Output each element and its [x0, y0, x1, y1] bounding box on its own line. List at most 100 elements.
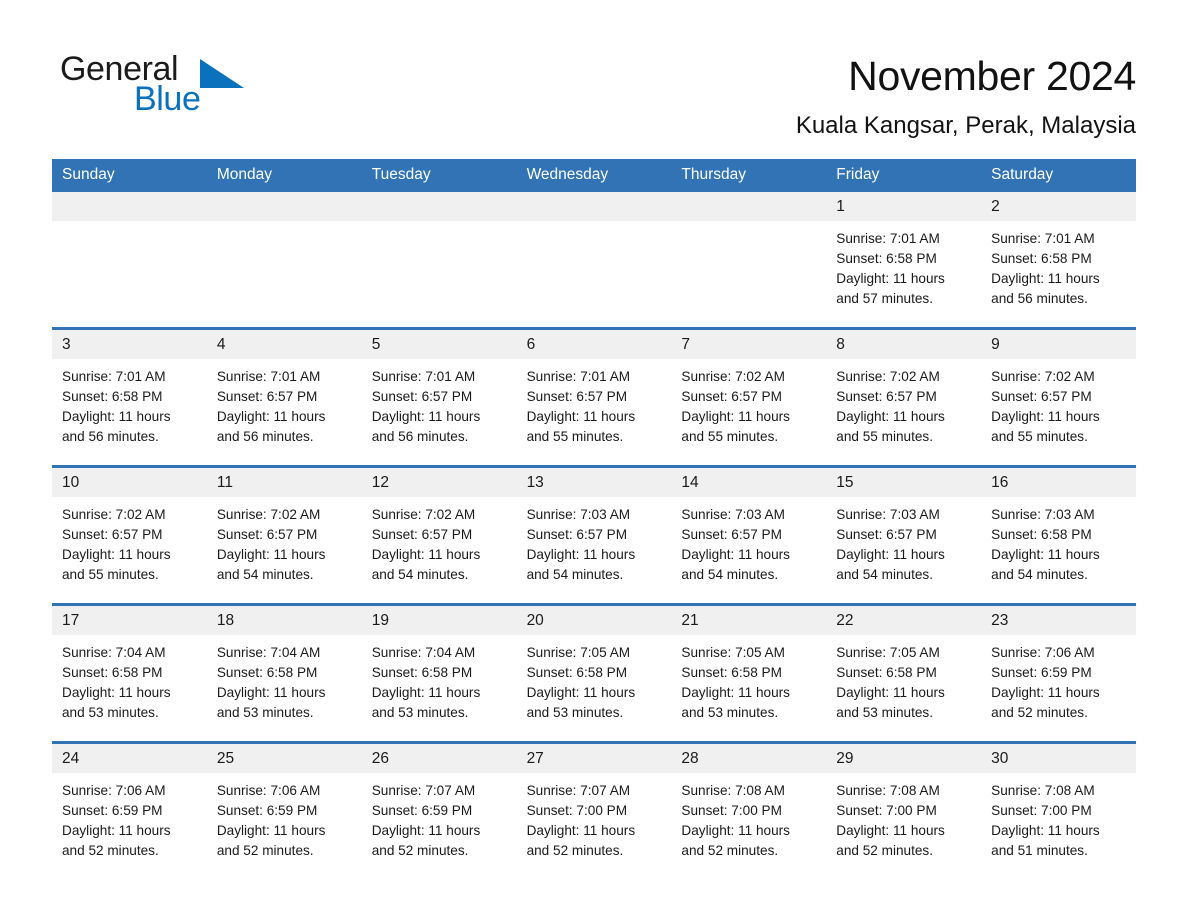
day-cell[interactable]: 29 Sunrise: 7:08 AM Sunset: 7:00 PM Dayl… [826, 744, 982, 880]
daylight-text-cont: and 53 minutes. [371, 705, 469, 721]
day-cell[interactable]: 24 Sunrise: 7:06 AM Sunset: 6:59 PM Dayl… [52, 744, 207, 880]
daylight-text: Daylight: 11 hours [62, 409, 171, 425]
day-number: 10 [52, 468, 207, 498]
sunset-text: Sunset: 6:58 PM [991, 527, 1092, 543]
day-cell[interactable]: 2 Sunrise: 7:01 AM Sunset: 6:58 PM Dayli… [981, 192, 1136, 328]
sunset-text: Sunset: 7:00 PM [836, 803, 937, 819]
daylight-text: Daylight: 11 hours [371, 823, 481, 839]
day-cell[interactable]: 13 Sunrise: 7:03 AM Sunset: 6:57 PM Dayl… [516, 468, 672, 604]
sunset-text: Sunset: 6:58 PM [836, 251, 937, 267]
sunrise-text: Sunrise: 7:03 AM [681, 507, 785, 523]
day-number: 2 [981, 192, 1136, 222]
daylight-text-cont: and 56 minutes. [371, 429, 469, 445]
day-cell[interactable]: 12 Sunrise: 7:02 AM Sunset: 6:57 PM Dayl… [361, 468, 517, 604]
day-cell[interactable]: 14 Sunrise: 7:03 AM Sunset: 6:57 PM Dayl… [671, 468, 827, 604]
day-number [516, 192, 672, 222]
daylight-text: Daylight: 11 hours [371, 685, 481, 701]
day-cell[interactable]: 16 Sunrise: 7:03 AM Sunset: 6:58 PM Dayl… [981, 468, 1136, 604]
daylight-text-cont: and 53 minutes. [836, 705, 934, 721]
sunrise-text: Sunrise: 7:03 AM [526, 507, 631, 523]
day-cell[interactable]: 1 Sunrise: 7:01 AM Sunset: 6:58 PM Dayli… [826, 192, 982, 328]
day-cell[interactable]: 4 Sunrise: 7:01 AM Sunset: 6:57 PM Dayli… [206, 330, 362, 466]
sunrise-text: Sunrise: 7:06 AM [62, 783, 166, 799]
sunset-text: Sunset: 6:58 PM [681, 665, 782, 681]
day-cell[interactable]: 10 Sunrise: 7:02 AM Sunset: 6:57 PM Dayl… [52, 468, 207, 604]
day-cell[interactable]: 21 Sunrise: 7:05 AM Sunset: 6:58 PM Dayl… [671, 606, 827, 742]
day-cell[interactable]: 8 Sunrise: 7:02 AM Sunset: 6:57 PM Dayli… [826, 330, 982, 466]
daylight-text: Daylight: 11 hours [836, 823, 945, 839]
sunrise-text: Sunrise: 7:07 AM [371, 783, 476, 799]
day-number: 24 [52, 744, 207, 774]
sunrise-text: Sunrise: 7:01 AM [216, 369, 321, 385]
daylight-text-cont: and 55 minutes. [526, 429, 624, 445]
daylight-text: Daylight: 11 hours [526, 409, 636, 425]
day-cell[interactable]: 18 Sunrise: 7:04 AM Sunset: 6:58 PM Dayl… [206, 606, 362, 742]
day-cell[interactable]: 27 Sunrise: 7:07 AM Sunset: 7:00 PM Dayl… [516, 744, 672, 880]
sunset-text: Sunset: 7:00 PM [991, 803, 1092, 819]
day-cell[interactable]: 15 Sunrise: 7:03 AM Sunset: 6:57 PM Dayl… [826, 468, 982, 604]
day-cell[interactable]: 7 Sunrise: 7:02 AM Sunset: 6:57 PM Dayli… [671, 330, 827, 466]
day-number: 13 [516, 468, 672, 498]
day-cell[interactable]: 30 Sunrise: 7:08 AM Sunset: 7:00 PM Dayl… [981, 744, 1136, 880]
day-details [517, 221, 672, 229]
day-cell[interactable]: 3 Sunrise: 7:01 AM Sunset: 6:58 PM Dayli… [52, 330, 207, 466]
daylight-text: Daylight: 11 hours [991, 271, 1100, 287]
sunset-text: Sunset: 6:59 PM [991, 665, 1092, 681]
day-details: Sunrise: 7:06 AM Sunset: 6:59 PM Dayligh… [207, 773, 362, 861]
daylight-text: Daylight: 11 hours [216, 685, 326, 701]
daylight-text-cont: and 56 minutes. [991, 291, 1088, 307]
day-details: Sunrise: 7:08 AM Sunset: 7:00 PM Dayligh… [981, 773, 1136, 861]
week-row: 3 Sunrise: 7:01 AM Sunset: 6:58 PM Dayli… [52, 327, 1136, 466]
day-cell[interactable]: 6 Sunrise: 7:01 AM Sunset: 6:57 PM Dayli… [516, 330, 672, 466]
weekday-header-saturday: Saturday [991, 165, 1054, 183]
sunset-text: Sunset: 6:58 PM [62, 665, 163, 681]
day-details [362, 221, 517, 229]
weekday-header-thursday: Thursday [681, 165, 747, 183]
day-number [361, 192, 517, 222]
day-details: Sunrise: 7:07 AM Sunset: 6:59 PM Dayligh… [362, 773, 517, 861]
day-number: 5 [361, 330, 517, 360]
day-number [671, 192, 827, 222]
day-cell[interactable]: 17 Sunrise: 7:04 AM Sunset: 6:58 PM Dayl… [52, 606, 207, 742]
triangle-flag-icon [200, 59, 244, 88]
day-number: 21 [671, 606, 827, 636]
daylight-text: Daylight: 11 hours [836, 409, 945, 425]
day-cell[interactable]: 5 Sunrise: 7:01 AM Sunset: 6:57 PM Dayli… [361, 330, 517, 466]
calendar-grid: Sunday Monday Tuesday Wednesday Thursday… [52, 158, 1136, 880]
day-details: Sunrise: 7:08 AM Sunset: 7:00 PM Dayligh… [826, 773, 981, 861]
day-details: Sunrise: 7:08 AM Sunset: 7:00 PM Dayligh… [671, 773, 826, 861]
daylight-text: Daylight: 11 hours [991, 685, 1100, 701]
day-cell[interactable]: 19 Sunrise: 7:04 AM Sunset: 6:58 PM Dayl… [361, 606, 517, 742]
day-number: 4 [206, 330, 362, 360]
weekday-header-wednesday: Wednesday [526, 165, 609, 183]
sunset-text: Sunset: 6:58 PM [371, 665, 473, 681]
day-details: Sunrise: 7:02 AM Sunset: 6:57 PM Dayligh… [826, 359, 981, 447]
daylight-text: Daylight: 11 hours [526, 823, 636, 839]
day-cell[interactable]: 11 Sunrise: 7:02 AM Sunset: 6:57 PM Dayl… [206, 468, 362, 604]
sunset-text: Sunset: 6:57 PM [371, 389, 473, 405]
day-cell[interactable]: 22 Sunrise: 7:05 AM Sunset: 6:58 PM Dayl… [826, 606, 982, 742]
day-cell[interactable]: 9 Sunrise: 7:02 AM Sunset: 6:57 PM Dayli… [981, 330, 1136, 466]
day-number: 8 [826, 330, 982, 360]
sunrise-text: Sunrise: 7:02 AM [836, 369, 940, 385]
sunset-text: Sunset: 6:57 PM [371, 527, 473, 543]
day-cell[interactable]: 28 Sunrise: 7:08 AM Sunset: 7:00 PM Dayl… [671, 744, 827, 880]
day-cell[interactable]: 20 Sunrise: 7:05 AM Sunset: 6:58 PM Dayl… [516, 606, 672, 742]
day-number: 18 [206, 606, 362, 636]
day-details: Sunrise: 7:04 AM Sunset: 6:58 PM Dayligh… [207, 635, 362, 723]
sunrise-text: Sunrise: 7:02 AM [991, 369, 1095, 385]
weekday-header-row: Sunday Monday Tuesday Wednesday Thursday… [52, 158, 1136, 193]
day-cell [52, 192, 207, 328]
title-block: November 2024 Kuala Kangsar, Perak, Mala… [796, 52, 1136, 140]
daylight-text: Daylight: 11 hours [216, 409, 326, 425]
day-details: Sunrise: 7:03 AM Sunset: 6:57 PM Dayligh… [517, 497, 672, 585]
daylight-text: Daylight: 11 hours [681, 685, 790, 701]
day-number: 29 [826, 744, 982, 774]
daylight-text-cont: and 54 minutes. [216, 567, 314, 583]
day-cell[interactable]: 23 Sunrise: 7:06 AM Sunset: 6:59 PM Dayl… [981, 606, 1136, 742]
day-cell[interactable]: 25 Sunrise: 7:06 AM Sunset: 6:59 PM Dayl… [206, 744, 362, 880]
daylight-text-cont: and 54 minutes. [836, 567, 934, 583]
daylight-text-cont: and 55 minutes. [681, 429, 779, 445]
sunrise-text: Sunrise: 7:06 AM [216, 783, 321, 799]
day-cell[interactable]: 26 Sunrise: 7:07 AM Sunset: 6:59 PM Dayl… [361, 744, 517, 880]
